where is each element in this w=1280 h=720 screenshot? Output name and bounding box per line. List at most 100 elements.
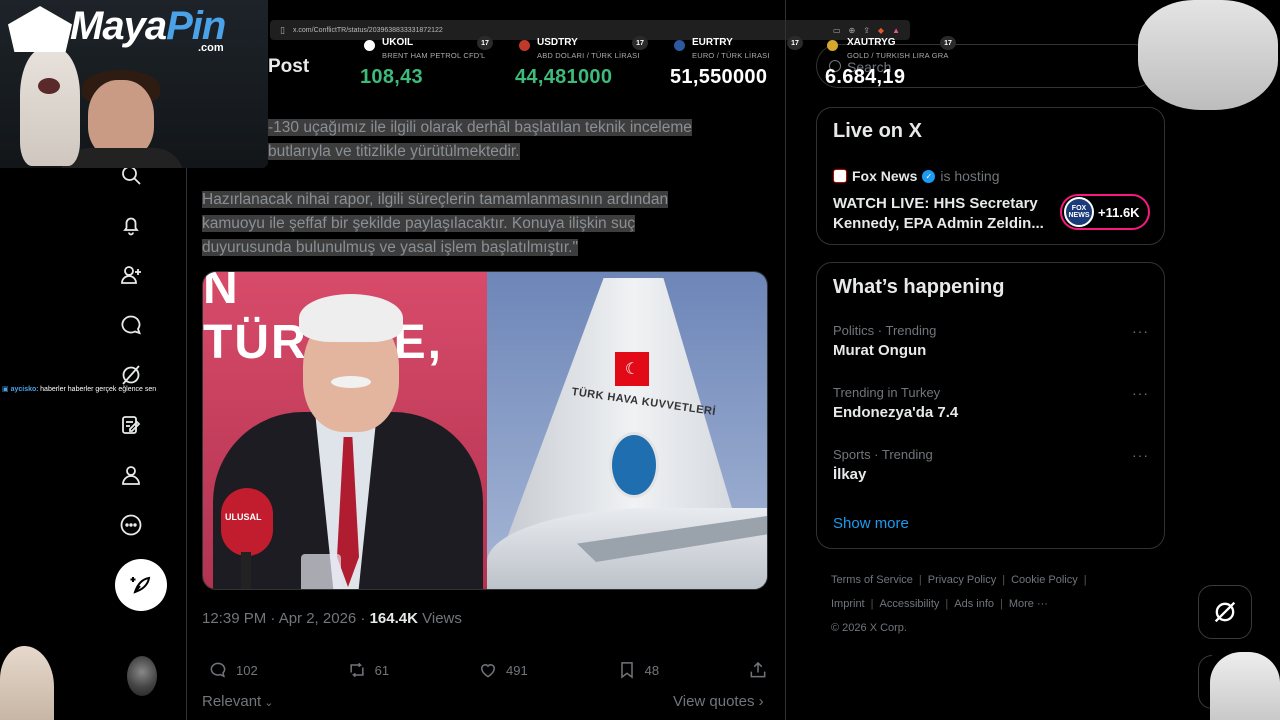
nav-more[interactable]	[116, 510, 146, 540]
view-quotes-link[interactable]: View quotes ›	[673, 693, 764, 710]
footer-link[interactable]: Ads info	[954, 598, 994, 610]
hanging-cat-image	[1128, 0, 1280, 118]
streamer-face	[88, 80, 154, 158]
logo-mark	[8, 6, 72, 52]
footer-link[interactable]: Privacy Policy	[928, 574, 996, 586]
host-suffix: is hosting	[940, 168, 1000, 184]
note-icon	[122, 416, 141, 434]
chat-badge-icon: ▣	[2, 386, 9, 393]
compose-post-button[interactable]	[115, 559, 167, 611]
footer-link[interactable]: Terms of Service	[831, 574, 913, 586]
nav-messages[interactable]	[116, 310, 146, 340]
footer-link[interactable]: Accessibility	[879, 598, 939, 610]
grok-floating-button[interactable]	[1198, 585, 1252, 639]
repost-button[interactable]: 61	[341, 660, 389, 680]
cat-mouth	[38, 78, 60, 94]
chat-icon	[121, 315, 142, 335]
logo-com: .com	[198, 42, 224, 54]
tradingview-icon: 17	[787, 36, 803, 50]
mic-stand	[241, 552, 251, 589]
grok-icon	[1214, 601, 1236, 623]
repost-icon	[350, 662, 364, 678]
bookmark-button[interactable]: 48	[611, 660, 659, 680]
bookmark-star-icon[interactable]: ▯	[280, 25, 285, 36]
live-title: Live on X	[833, 120, 922, 142]
share-page-icon[interactable]: ⇪	[863, 26, 870, 35]
like-icon	[480, 664, 495, 678]
whats-happening-card: What’s happening Politics · Trending Mur…	[816, 262, 1165, 549]
more-options-icon[interactable]: ···	[1132, 447, 1149, 463]
url-text[interactable]: x.com/ConflictTR/status/2039638833331872…	[293, 27, 443, 34]
ticker-desc: BRENT HAM PETROL CFD'L	[382, 51, 486, 60]
trend-item[interactable]: Sports · Trending İlkay ···	[833, 447, 1153, 483]
more-options-icon[interactable]: ···	[1132, 323, 1149, 339]
mustache-shape	[331, 376, 371, 388]
ticker-symbol: XAUTRYG	[847, 37, 896, 48]
chevron-down-icon: ⌄	[261, 697, 274, 709]
mic-label: ULUSAL	[225, 512, 262, 522]
text-line: butlarıyla ve titizlikle yürütülmektedir…	[268, 143, 520, 160]
grok-icon	[122, 365, 140, 385]
ticker-desc: ABD DOLARI / TÜRK LİRASI	[537, 51, 640, 60]
trend-meta: Politics · Trending	[833, 323, 937, 338]
post-text-paragraph-2: Hazırlanacak nihai rapor, ilgili süreçle…	[202, 188, 669, 260]
cat-image-bottom-left	[0, 646, 54, 720]
view-count: 164.4K	[369, 610, 418, 627]
bookmark-icon	[620, 662, 633, 679]
text-line: -130 uçağımız ile ilgili olarak derhâl b…	[268, 119, 692, 136]
brave-shield-icon[interactable]: ◆	[878, 26, 884, 35]
ticker-dot	[827, 40, 838, 51]
host-name: Fox News	[852, 168, 918, 184]
ticker-dot	[519, 40, 530, 51]
sort-replies-dropdown[interactable]: Relevant ⌄	[202, 693, 273, 710]
share-button[interactable]	[742, 660, 768, 680]
live-host[interactable]: Fox News ✓ is hosting	[833, 168, 1000, 184]
ticker-symbol: UKOIL	[382, 37, 414, 48]
ticker-usdtry[interactable]: USDTRY ABD DOLARI / TÜRK LİRASI 44,48100…	[515, 36, 670, 90]
stream-chat-message: ▣ aycisko: haberler haberler gerçek eğle…	[2, 385, 156, 393]
more-icon	[120, 514, 142, 536]
cat-image-bottom-right	[1210, 652, 1280, 720]
account-avatar[interactable]	[127, 656, 157, 696]
browser-tools: ▭ ⊕ ⇪ ◆ ▲	[833, 26, 900, 35]
aircraft-tail-photo: ☾ TÜRK HAVA KUVVETLERİ	[487, 272, 767, 589]
ticker-ukoil[interactable]: UKOIL BRENT HAM PETROL CFD'L 108,43 17	[360, 36, 515, 90]
live-stream-title[interactable]: WATCH LIVE: HHS Secretary Kennedy, EPA A…	[833, 194, 1053, 234]
trend-item[interactable]: Politics · Trending Murat Ongun ···	[833, 323, 1153, 359]
show-more-link[interactable]: Show more	[833, 515, 909, 532]
footer-link[interactable]: Imprint	[831, 598, 865, 610]
listener-count: +11.6K	[1098, 204, 1140, 220]
ticker-value: 108,43	[360, 66, 423, 88]
live-listeners-badge[interactable]: FOX NEWS +11.6K	[1060, 194, 1150, 230]
ticker-eurtry[interactable]: EURTRY EURO / TÜRK LİRASI 51,550000 17	[670, 36, 825, 90]
fox-news-avatar: FOX NEWS	[1064, 197, 1094, 227]
nav-follow[interactable]	[116, 260, 146, 290]
post-image[interactable]: N TÜRKİYE, ULUSAL ☾ TÜRK HAVA KUVVETLERİ	[202, 271, 768, 590]
politician-photo: N TÜRKİYE, ULUSAL	[203, 272, 487, 589]
post-text-paragraph-1: -130 uçağımız ile ilgili olarak derhâl b…	[268, 116, 692, 164]
nav-profile[interactable]	[116, 460, 146, 490]
fox-news-logo	[833, 169, 847, 183]
trend-item[interactable]: Trending in Turkey Endonezya'da 7.4 ···	[833, 385, 1153, 421]
post-time[interactable]: 12:39 PM · Apr 2, 2026 ·	[202, 610, 370, 627]
nav-lists[interactable]	[116, 410, 146, 440]
reply-button[interactable]: 102	[202, 660, 258, 680]
like-button[interactable]: 491	[472, 660, 528, 680]
ticker-dot	[674, 40, 685, 51]
zoom-icon[interactable]: ⊕	[849, 26, 856, 35]
ticker-xautryg[interactable]: XAUTRYG GOLD / TURKISH LIRA GRA 6.684,19…	[825, 36, 980, 90]
follow-icon	[121, 266, 141, 284]
more-options-icon[interactable]: ···	[1132, 385, 1149, 401]
footer-link[interactable]: More ···	[1009, 598, 1048, 610]
chat-text: : haberler haberler gerçek eğlence sen	[36, 386, 157, 393]
post-timestamp: 12:39 PM · Apr 2, 2026 · 164.4K Views	[202, 610, 462, 627]
cast-icon[interactable]: ▭	[833, 26, 841, 35]
nav-notifications[interactable]	[116, 210, 146, 240]
logo-main: Maya	[70, 4, 167, 48]
rewards-icon[interactable]: ▲	[892, 26, 900, 35]
tradingview-icon: 17	[632, 36, 648, 50]
footer-link[interactable]: Cookie Policy	[1011, 574, 1078, 586]
market-ticker: UKOIL BRENT HAM PETROL CFD'L 108,43 17 U…	[360, 36, 825, 90]
ticker-dot	[364, 40, 375, 51]
ticker-value: 44,481000	[515, 66, 613, 88]
